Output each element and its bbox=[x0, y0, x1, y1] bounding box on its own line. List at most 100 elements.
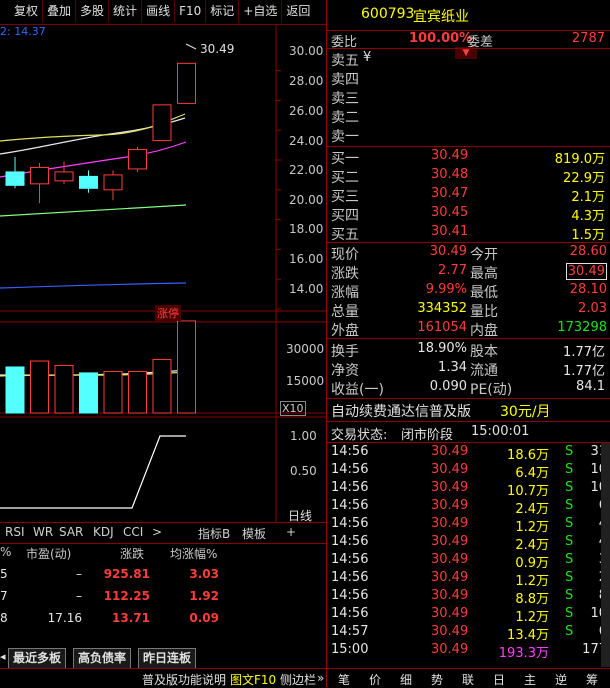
price-axis-label: 16.00 bbox=[289, 252, 324, 266]
tick-scrollbar[interactable] bbox=[601, 443, 610, 667]
f10-link[interactable]: 图文F10 bbox=[230, 671, 276, 688]
multi-stock-button[interactable]: 多股 bbox=[76, 0, 110, 22]
tick-time: 14:56 bbox=[331, 606, 369, 621]
candle-body bbox=[30, 166, 49, 185]
stat-label: PE(动) bbox=[470, 382, 513, 398]
tab-add[interactable]: + bbox=[286, 525, 296, 539]
price-axis-label: 22.00 bbox=[289, 163, 324, 177]
quote-stat-row: 涨幅 9.99% 最低 28.10 bbox=[327, 282, 610, 301]
tab-rsi[interactable]: RSI bbox=[5, 525, 25, 539]
f10-button[interactable]: F10 bbox=[175, 0, 207, 22]
price-axis-label: 28.00 bbox=[289, 74, 324, 88]
tab-cci[interactable]: CCI bbox=[123, 525, 143, 539]
bottom-tab-bar: ◂ 最近多板 高负债率 昨日连板 bbox=[0, 648, 326, 669]
stat-value: 30.49 bbox=[565, 263, 607, 280]
add-watchlist-button[interactable]: +自选 bbox=[239, 0, 283, 22]
volume-bar bbox=[30, 360, 49, 414]
ad-price[interactable]: 30元/月 bbox=[500, 401, 551, 421]
stat-value: 9.99% bbox=[425, 282, 467, 297]
back-button[interactable]: 返回 bbox=[282, 0, 314, 22]
draw-line-button[interactable]: 画线 bbox=[142, 0, 176, 22]
tick-side: S bbox=[565, 498, 574, 513]
tick-row: 14:56 30.49 18.6万 S 31 bbox=[327, 444, 610, 463]
stat-value: 0.090 bbox=[429, 379, 467, 394]
stat-value: 28.60 bbox=[569, 244, 607, 259]
sell-level-label: 卖五 bbox=[331, 53, 359, 69]
volume-axis-label: 15000 bbox=[286, 374, 325, 388]
buy-level-row[interactable]: 买二 30.48 22.9万 bbox=[327, 167, 610, 186]
sell-level-row: 卖一 bbox=[327, 126, 610, 145]
trade-status-value: 闭市阶段 bbox=[401, 428, 454, 443]
sidebar-arrow-icon[interactable]: » bbox=[317, 671, 324, 685]
mark-button[interactable]: 标记 bbox=[206, 0, 240, 22]
sell-level-row: 卖二 bbox=[327, 107, 610, 126]
quote-panel: 600793 宜宾纸业 委比 100.00% 委差 2787 ▼ 卖五 ¥ 卖四… bbox=[326, 0, 610, 687]
tab-arrow-icon[interactable]: ◂ bbox=[0, 650, 6, 663]
price-axis-label: 24.00 bbox=[289, 134, 324, 148]
stat-value: 1.77亿 bbox=[563, 364, 605, 379]
volume-bar bbox=[54, 364, 74, 414]
stat-label: 内盘 bbox=[470, 323, 498, 339]
stat-label: 今开 bbox=[470, 247, 498, 263]
stat-label: 最高 bbox=[470, 266, 498, 282]
quote-stat-row: 外盘 161054 内盘 173298 bbox=[327, 320, 610, 339]
tick-price: 30.49 bbox=[431, 534, 469, 549]
buy-level-price: 30.48 bbox=[431, 167, 469, 182]
version-info-link[interactable]: 普及版功能说明 bbox=[142, 671, 226, 688]
tab-recent-limit-up[interactable]: 最近多板 bbox=[8, 648, 67, 669]
buy-level-price: 30.47 bbox=[431, 186, 469, 201]
stat-value: 30.49 bbox=[429, 244, 467, 259]
tick-volume: 2.4万 bbox=[515, 538, 549, 553]
price-axis-label: 20.00 bbox=[289, 193, 324, 207]
tab-high-debt[interactable]: 高负债率 bbox=[73, 648, 132, 669]
cell: 17.16 bbox=[47, 611, 82, 625]
stat-label: 净资 bbox=[331, 363, 359, 379]
tick-price: 30.49 bbox=[431, 588, 469, 603]
tab-indicator-b[interactable]: 指标B bbox=[198, 525, 230, 542]
stat-label: 总量 bbox=[331, 304, 359, 320]
tick-side: S bbox=[565, 552, 574, 567]
stat-value: 2.03 bbox=[578, 301, 607, 316]
tick-row: 14:56 30.49 8.8万 S 8 bbox=[327, 588, 610, 607]
cell: 925.81 bbox=[103, 567, 150, 581]
sidebar-link[interactable]: 侧边栏 bbox=[280, 671, 316, 688]
restore-rights-button[interactable]: 复权 bbox=[0, 0, 44, 22]
ad-text[interactable]: 自动续费通达信普及版 bbox=[331, 401, 471, 421]
buy-level-row[interactable]: 买一 30.49 819.0万 bbox=[327, 148, 610, 167]
statistics-button[interactable]: 统计 bbox=[109, 0, 143, 22]
tab-template[interactable]: 模板 bbox=[242, 525, 266, 542]
table-row[interactable]: 8 17.16 13.71 0.09 bbox=[0, 611, 326, 631]
tab-wr[interactable]: WR bbox=[33, 525, 53, 539]
buy-level-row[interactable]: 买五 30.41 1.5万 bbox=[327, 224, 610, 243]
column-header: % bbox=[0, 545, 12, 559]
overlay-button[interactable]: 叠加 bbox=[43, 0, 77, 22]
price-axis-label: 26.00 bbox=[289, 104, 324, 118]
tick-time: 15:00 bbox=[331, 642, 369, 657]
tab-kdj[interactable]: KDJ bbox=[93, 525, 114, 539]
table-row[interactable]: 5 – 925.81 3.03 bbox=[0, 567, 326, 587]
tick-price: 30.49 bbox=[431, 462, 469, 477]
buy-level-row[interactable]: 买三 30.47 2.1万 bbox=[327, 186, 610, 205]
stock-title: 600793 宜宾纸业 bbox=[327, 0, 610, 30]
tick-time: 14:56 bbox=[331, 588, 369, 603]
cell: 13.71 bbox=[112, 611, 150, 625]
candle-body bbox=[54, 171, 74, 182]
ad-row[interactable]: 自动续费通达信普及版 30元/月 bbox=[327, 401, 610, 421]
quote-stat-row: 收益(一) 0.090 PE(动) 84.1 bbox=[327, 379, 610, 398]
cell: 0.09 bbox=[189, 611, 219, 625]
cell: 5 bbox=[0, 567, 8, 581]
tick-row: 14:56 30.49 10.7万 S 10 bbox=[327, 480, 610, 499]
stat-value: 161054 bbox=[417, 320, 467, 335]
last-price-label: 30.49 bbox=[200, 42, 235, 56]
trade-status-row: 交易状态: 闭市阶段 15:00:01 bbox=[327, 424, 610, 443]
tab-yesterday-limit-up[interactable]: 昨日连板 bbox=[138, 648, 197, 669]
buy-level-volume: 819.0万 bbox=[554, 152, 605, 167]
table-row[interactable]: 7 – 112.25 1.92 bbox=[0, 589, 326, 609]
tab-sar[interactable]: SAR bbox=[59, 525, 83, 539]
candlestick-chart[interactable] bbox=[0, 24, 326, 522]
volume-bar bbox=[152, 359, 172, 414]
tick-volume: 18.6万 bbox=[507, 448, 549, 463]
tab-more[interactable]: > bbox=[152, 525, 162, 539]
tick-time: 14:56 bbox=[331, 444, 369, 459]
buy-level-row[interactable]: 买四 30.45 4.3万 bbox=[327, 205, 610, 224]
